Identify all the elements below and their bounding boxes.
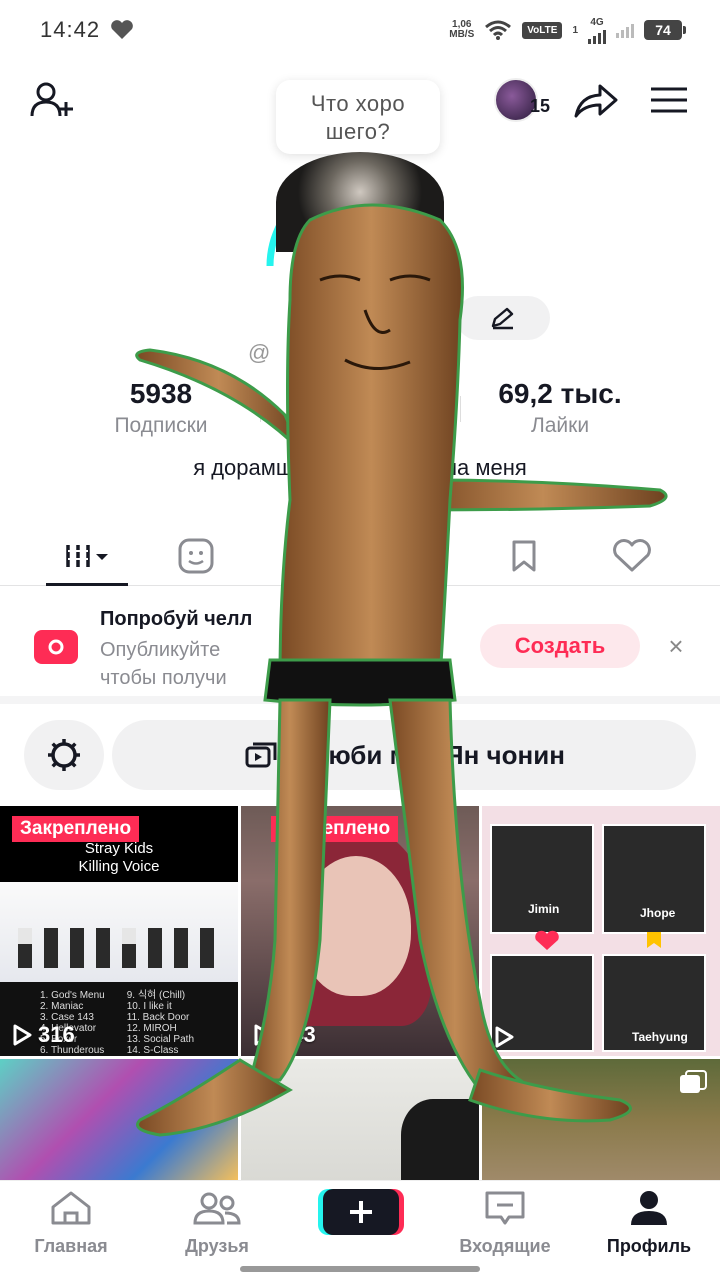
settings-button[interactable] [24, 720, 104, 790]
thumbnail-face [301, 856, 411, 996]
signal-4g: 4G [588, 17, 606, 44]
volte-badge: VoLTE [522, 21, 563, 39]
heart-icon [613, 539, 651, 572]
heart-status-icon [111, 20, 133, 39]
video-thumbnail[interactable] [241, 1059, 479, 1181]
signal-bars-2-icon [616, 22, 634, 38]
playlist-label: п юби ме Ян чонин [291, 739, 565, 770]
challenge-banner: Попробуй челл Опубликуйте чтобы получи С… [0, 588, 720, 704]
status-bar: 14:42 1,06 MB/S VoLTE 1 4G 74 [0, 0, 720, 60]
video-thumbnail[interactable]: Закреплено 743 [241, 806, 479, 1056]
add-user-icon [30, 82, 73, 117]
create-video-button[interactable] [318, 1189, 404, 1235]
profile-bio: я дорамщи сь на меня и к [193, 455, 527, 508]
banner-title: Попробуй челл [100, 608, 253, 630]
bookmark-icon [512, 540, 536, 572]
status-indicators: 1,06 MB/S VoLTE 1 4G 74 [449, 17, 686, 44]
play-icon [13, 1024, 32, 1046]
profile-avatar[interactable] [276, 152, 444, 252]
nav-friends[interactable]: Друзья [152, 1189, 282, 1257]
view-count [494, 1026, 520, 1048]
inbox-icon [485, 1191, 525, 1225]
stat-likes[interactable]: 69,2 тыс. Лайки [470, 378, 650, 438]
home-indicator [240, 1266, 480, 1272]
profile-icon [631, 1191, 667, 1225]
nav-inbox[interactable]: Входящие [440, 1189, 570, 1257]
status-bubble[interactable]: Что хоро шего? [276, 80, 440, 154]
tab-favorites[interactable] [494, 534, 554, 578]
profile-stats: 5938 Подписки П 69,2 тыс. Лайки [0, 378, 720, 442]
thumbnail-panel: Jhope [602, 824, 706, 934]
close-icon[interactable]: × [660, 630, 692, 662]
playlist-button[interactable]: п юби ме Ян чонин [112, 720, 696, 790]
play-icon [495, 1026, 514, 1048]
active-tab-indicator [46, 583, 128, 586]
video-thumbnail[interactable] [482, 1059, 720, 1181]
play-icon [254, 1024, 273, 1046]
video-thumbnail[interactable]: Stray Kids Killing Voice 1. God's Menu 2… [0, 806, 238, 1056]
view-count: 743 [253, 1022, 316, 1048]
playlist-icon [245, 742, 277, 768]
profile-tabs [0, 524, 720, 586]
battery-icon: 74 [644, 20, 686, 40]
repost-icon [290, 546, 314, 556]
story-count: 15 [530, 96, 551, 116]
friends-icon [193, 1192, 241, 1225]
gear-icon [48, 739, 80, 771]
stat-divider [260, 396, 261, 422]
heart-sticker-icon [535, 930, 559, 950]
share-icon [574, 84, 618, 118]
grid-icon [66, 545, 108, 567]
thumbnail-image [401, 1099, 479, 1181]
pinned-badge: Закреплено [271, 816, 399, 842]
thumbnail-panel: Taehyung [602, 954, 706, 1052]
stat-divider [460, 396, 461, 422]
thumbnail-image [0, 882, 238, 982]
sticker-icon [178, 538, 214, 574]
pinned-badge: Закреплено [12, 816, 140, 842]
playlist-row: п юби ме Ян чонин [0, 720, 720, 792]
bookmark-sticker-icon [647, 932, 661, 948]
banner-subtitle: Опубликуйте чтобы получи [100, 639, 227, 689]
net-speed: 1,06 MB/S [449, 19, 475, 40]
camera-icon [34, 630, 78, 664]
tab-reposts[interactable] [274, 534, 334, 578]
edit-profile-button[interactable] [456, 296, 550, 340]
nav-home[interactable]: Главная [6, 1189, 136, 1257]
view-count: 316 [12, 1022, 75, 1048]
hamburger-icon [651, 87, 687, 113]
tab-stickers[interactable] [166, 534, 226, 578]
username: @ [248, 340, 271, 365]
stat-followers[interactable]: П [282, 378, 322, 406]
signal-bars-icon [588, 28, 606, 44]
stat-following[interactable]: 5938 Подписки [96, 378, 226, 438]
thumbnail-panel: Jimin [490, 824, 594, 934]
status-time: 14:42 [40, 17, 101, 42]
create-button[interactable]: Создать [480, 624, 640, 668]
pencil-icon [491, 307, 514, 330]
add-friend-button[interactable] [26, 76, 78, 124]
share-profile-button[interactable] [570, 76, 622, 124]
video-grid: Stray Kids Killing Voice 1. God's Menu 2… [0, 806, 720, 1181]
home-icon [51, 1191, 91, 1225]
tab-videos[interactable] [58, 534, 118, 578]
tab-liked[interactable] [602, 534, 662, 578]
wifi-icon [485, 20, 512, 40]
video-thumbnail[interactable] [0, 1059, 238, 1181]
bottom-navigation: Главная Друзья Входящие Профиль [0, 1180, 720, 1280]
nav-profile[interactable]: Профиль [584, 1189, 714, 1257]
video-thumbnail[interactable]: Jimin Jhope Taehyung [482, 806, 720, 1056]
sim-label: 1 [572, 24, 578, 36]
multi-photo-icon [680, 1070, 707, 1093]
menu-button[interactable] [644, 76, 694, 124]
